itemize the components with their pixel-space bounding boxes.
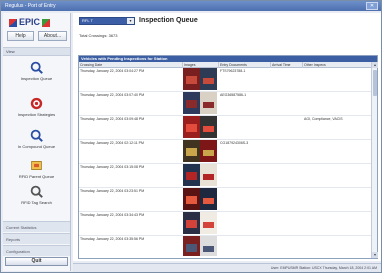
entry-documents-cell: AEG36587586-1 [220,93,247,97]
sidebar: EPIC Help About... View Inspection Queue… [3,13,71,271]
window-title: Regulus - Port of Entry [5,3,56,9]
vehicle-image-thumbnail[interactable] [183,92,217,114]
about-button[interactable]: About... [38,31,67,41]
sidebar-item-label: Inspection Queue [20,76,53,81]
sidebar-item-inspection-queue[interactable]: Inspection Queue [3,61,70,89]
entry-documents-cell: FTS79623788-1 [220,69,246,73]
rfid-tag-icon [31,161,42,170]
table-row[interactable]: Thursday, January 22, 2004 03:23:51 PM [79,188,371,212]
epic-logo: EPIC [9,15,69,29]
section-view[interactable]: View [3,47,70,56]
entry-documents-cell: CG187924306S-3 [220,141,249,145]
magnifier-icon [30,129,43,142]
dropdown-value: RFL T [82,18,93,23]
title-bar: Regulus - Port of Entry ✕ [1,1,381,11]
table-row[interactable]: Thursday, January 22, 2004 02:12:11 PM CG… [79,140,371,164]
sidebar-item-label: Inspection Strategies [17,112,56,117]
sidebar-item-label: RFID Tag Search [21,200,52,205]
vehicle-image-thumbnail[interactable] [183,188,217,210]
scrollbar-thumb[interactable] [373,70,377,96]
vehicle-image-thumbnail[interactable] [183,140,217,162]
status-bar: User: EMPUSMR Station: USCX Thursday, Ma… [73,263,381,272]
table-row[interactable]: Thursday, January 22, 2004 03:09:48 PM AG… [79,116,371,140]
crossing-date-cell: Thursday, January 22, 2004 03:34:43 PM [80,213,145,217]
vehicle-image-thumbnail[interactable] [183,116,217,138]
sidebar-item-label: In Compound Queue [17,144,56,149]
crossing-date-cell: Thursday, January 22, 2004 03:35:56 PM [80,237,145,241]
crossing-date-cell: Thursday, January 22, 2004 03:04:27 PM [80,69,145,73]
table-row[interactable]: Thursday, January 22, 2004 03:07:40 PM AE… [79,92,371,116]
quit-button[interactable]: Quit [5,257,68,266]
crossing-date-cell: Thursday, January 22, 2004 03:23:51 PM [80,189,145,193]
section-configuration[interactable]: Configuration [3,245,70,256]
sidebar-item-label: RFID Parent Queue [18,174,55,179]
sidebar-item-in-compound-queue[interactable]: In Compound Queue [3,129,70,157]
chevron-down-icon[interactable]: ▾ [127,18,134,24]
crossing-date-cell: Thursday, January 22, 2004 03:09:48 PM [80,117,145,121]
vehicles-table: Vehicles with Pending Inspections for St… [78,55,378,259]
close-icon[interactable]: ✕ [366,2,378,10]
crossing-date-cell: Thursday, January 22, 2004 02:12:11 PM [80,141,144,145]
header: RFL T ▾ Inspection Queue [73,13,381,29]
scroll-down-icon[interactable]: ▾ [372,252,378,258]
crossing-date-cell: Thursday, January 22, 2004 03:15:08 PM [80,165,145,169]
total-crossings: Total Crossings: 3673 [79,33,118,38]
help-button[interactable]: Help [7,31,34,41]
sidebar-item-inspection-strategies[interactable]: Inspection Strategies [3,97,70,125]
page-title: Inspection Queue [139,17,198,24]
table-row[interactable]: Thursday, January 22, 2004 03:04:27 PM FT… [79,68,371,92]
app-window: Regulus - Port of Entry ✕ EPIC Help Abou… [0,0,382,273]
logo-mark-icon [42,18,51,27]
vehicle-image-thumbnail[interactable] [183,68,217,90]
total-value: 3673 [108,33,118,38]
table-row[interactable]: Thursday, January 22, 2004 03:35:56 PM [79,236,371,256]
flag-icon [9,18,17,27]
table-row[interactable]: Thursday, January 22, 2004 03:15:08 PM [79,164,371,188]
scroll-up-icon[interactable]: ▴ [372,62,378,68]
main-panel: RFL T ▾ Inspection Queue Total Crossings… [73,13,381,261]
vehicle-image-thumbnail[interactable] [183,236,217,256]
crossing-date-cell: Thursday, January 22, 2004 03:07:40 PM [80,93,145,97]
total-label: Total Crossings: [79,33,108,38]
magnifier-icon [30,61,43,74]
sidebar-item-rfid-parent-queue[interactable]: RFID Parent Queue [3,159,70,187]
table-row[interactable]: Thursday, January 22, 2004 03:34:43 PM [79,212,371,236]
status-text: User: EMPUSMR Station: USCX Thursday, Ma… [270,266,377,270]
table-body: Thursday, January 22, 2004 03:04:27 PM FT… [79,68,371,256]
target-icon [30,97,43,110]
section-reports[interactable]: Reports [3,233,70,244]
other-inspecs-cell: AGI, Compliance, VACIS [304,117,343,121]
vehicle-image-thumbnail[interactable] [183,164,217,186]
sidebar-item-rfid-tag-search[interactable]: RFID Tag Search [3,185,70,213]
station-dropdown[interactable]: RFL T ▾ [79,17,135,25]
section-current-statistics[interactable]: Current Statistics [3,221,70,232]
magnifier-gear-icon [30,185,43,198]
vehicle-image-thumbnail[interactable] [183,212,217,234]
vertical-scrollbar[interactable]: ▴ ▾ [371,62,378,258]
